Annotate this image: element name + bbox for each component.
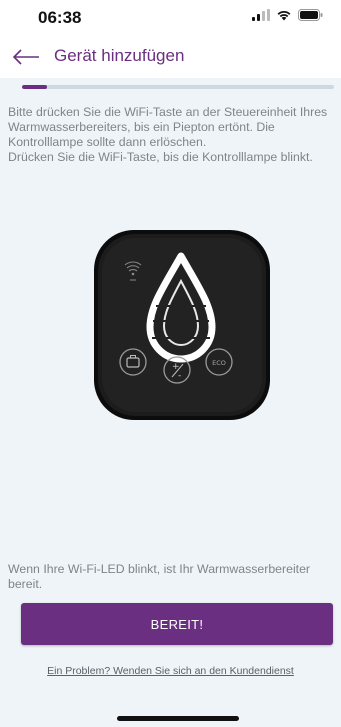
page-title: Gerät hinzufügen	[54, 46, 185, 65]
customer-service-link[interactable]: Ein Problem? Wenden Sie sich an den Kund…	[0, 665, 341, 677]
battery-icon	[298, 8, 323, 26]
status-bar: 06:38	[0, 0, 341, 36]
cellular-signal-icon	[252, 8, 270, 26]
svg-text:-: -	[178, 371, 181, 381]
back-arrow-icon[interactable]	[12, 47, 40, 67]
instructions-text: Bitte drücken Sie die WiFi-Taste an der …	[8, 105, 334, 165]
app-header: Gerät hinzufügen	[0, 36, 341, 78]
ready-hint-text: Wenn Ihre Wi-Fi-LED blinkt, ist Ihr Warm…	[8, 562, 311, 591]
wifi-icon	[276, 8, 292, 26]
progress-fill	[22, 85, 47, 89]
ready-button[interactable]: BEREIT!	[21, 603, 333, 645]
status-icons	[252, 8, 323, 26]
status-time: 06:38	[38, 8, 82, 27]
instructions-paragraph-1: Bitte drücken Sie die WiFi-Taste an der …	[8, 105, 328, 149]
progress-bar	[22, 85, 334, 89]
control-unit-image: + - ECO	[92, 226, 272, 422]
instructions-paragraph-2: Drücken Sie die WiFi-Taste, bis die Kont…	[8, 150, 313, 164]
eco-label: ECO	[212, 359, 226, 367]
home-indicator[interactable]	[117, 716, 239, 721]
